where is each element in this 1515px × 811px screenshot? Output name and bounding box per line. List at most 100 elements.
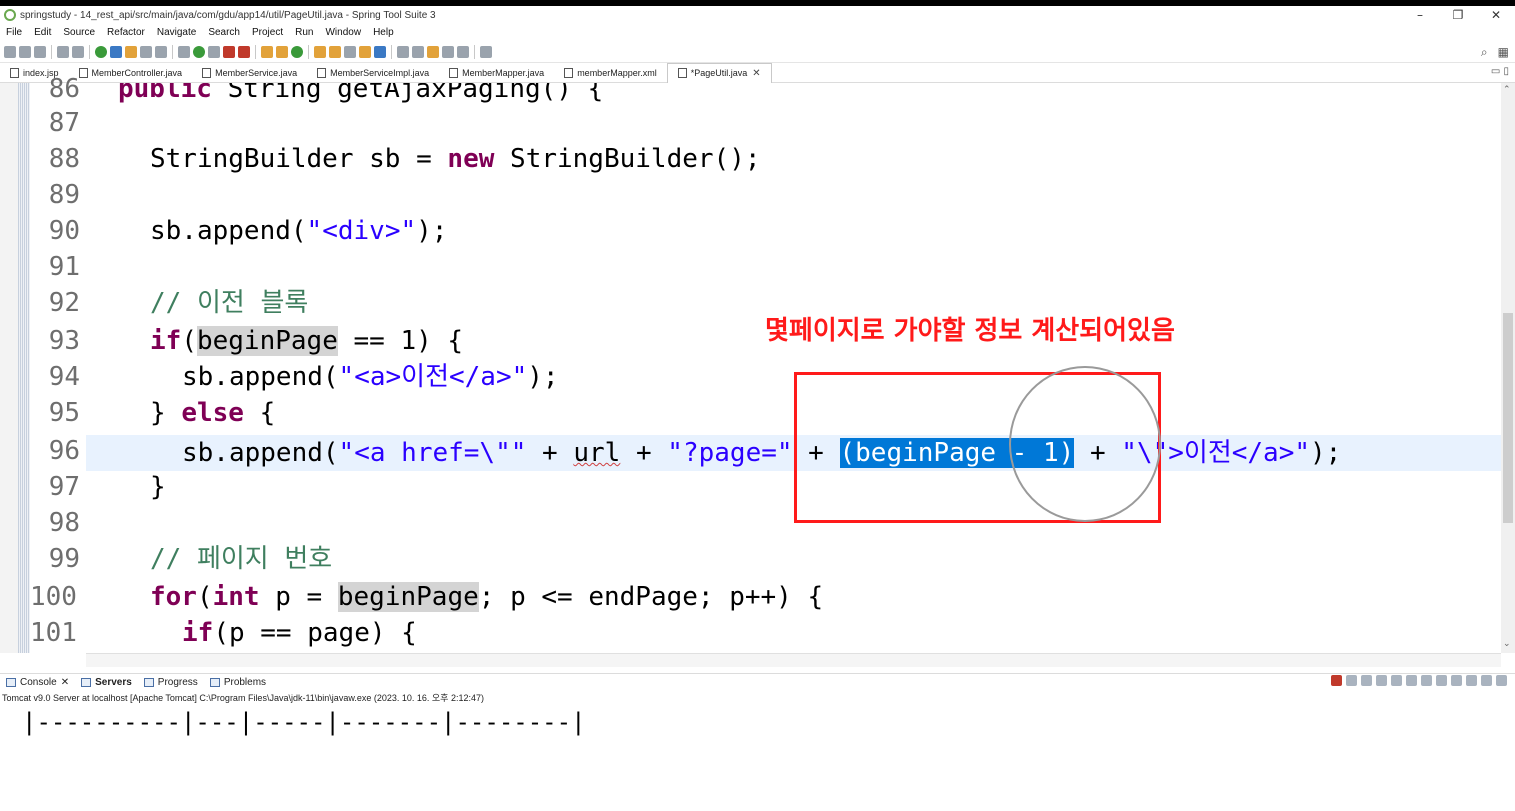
menu-navigate[interactable]: Navigate — [157, 27, 196, 38]
menu-source[interactable]: Source — [63, 27, 95, 38]
open-task-icon[interactable] — [329, 45, 341, 58]
toolbar-separator — [308, 44, 309, 59]
quick-diff-ruler — [18, 83, 30, 653]
toolbar-separator — [474, 44, 475, 59]
scroll-down-icon[interactable]: ⌄ — [1503, 639, 1511, 649]
new-java-class-icon[interactable] — [276, 45, 288, 58]
restore-button[interactable]: ❐ — [1439, 6, 1477, 24]
line-number: 100 — [30, 582, 77, 612]
menu-run[interactable]: Run — [295, 27, 313, 38]
line-number: 86 — [48, 74, 80, 104]
editor-minimize-maximize[interactable]: ▭ ▯ — [1491, 66, 1509, 77]
new-java-package-icon[interactable] — [261, 45, 273, 58]
word-wrap-icon[interactable] — [1406, 675, 1417, 686]
bottom-panel-tabs: Console ✕ Servers Progress Problems — [0, 673, 1515, 691]
tab-member-service-impl[interactable]: MemberServiceImpl.java — [307, 63, 439, 83]
main-toolbar — [0, 41, 1515, 63]
settings-gear-icon[interactable] — [1481, 675, 1492, 686]
open-perspective-icon[interactable]: ▦ — [1498, 45, 1509, 60]
coverage-icon[interactable] — [208, 45, 220, 58]
show-console-icon[interactable] — [1421, 675, 1432, 686]
minimize-panel-icon[interactable] — [1496, 675, 1507, 686]
string-literal: "<a href=\"" — [338, 438, 527, 468]
tab-problems[interactable]: Problems — [204, 677, 272, 688]
clear-console-icon[interactable] — [1376, 675, 1387, 686]
code-line-100: for(int p = beginPage; p <= endPage; p++… — [150, 579, 823, 615]
code-text: ; p <= endPage; p++) { — [478, 582, 824, 612]
skip-breakpoints-icon[interactable] — [72, 45, 84, 58]
pin-console-icon[interactable] — [1436, 675, 1447, 686]
console-output-area[interactable]: |----------|---|-----|-------|--------| — [0, 704, 1515, 811]
scrollbar-thumb[interactable] — [1503, 313, 1513, 523]
external-tools-icon[interactable] — [223, 45, 235, 58]
code-editor[interactable]: public String getAjaxPaging() { StringBu… — [86, 83, 1501, 653]
menu-refactor[interactable]: Refactor — [107, 27, 145, 38]
editor-tabs: index.jsp MemberController.java MemberSe… — [0, 62, 1515, 83]
tab-progress[interactable]: Progress — [138, 677, 204, 688]
console-icon[interactable] — [57, 45, 69, 58]
search-folder-icon[interactable] — [359, 45, 371, 58]
code-text: sb.append( — [182, 438, 339, 468]
new-server-icon[interactable] — [238, 45, 250, 58]
globe-icon[interactable] — [374, 45, 386, 58]
back-icon[interactable] — [442, 45, 454, 58]
line-number: 98 — [48, 508, 80, 538]
remove-all-icon[interactable] — [1361, 675, 1372, 686]
menu-search[interactable]: Search — [208, 27, 240, 38]
tab-servers[interactable]: Servers — [75, 677, 138, 688]
open-folder-icon[interactable] — [314, 45, 326, 58]
new-icon[interactable] — [4, 45, 16, 58]
display-console-icon[interactable] — [1451, 675, 1462, 686]
code-text: == 1) { — [337, 326, 464, 356]
tab-page-util[interactable]: *PageUtil.java ✕ — [666, 62, 772, 83]
close-tab-icon[interactable]: ✕ — [752, 68, 760, 79]
save-all-icon[interactable] — [34, 45, 46, 58]
pin-editor-icon[interactable] — [480, 45, 492, 58]
code-line-90: sb.append("<div>"); — [150, 213, 447, 249]
line-number-ruler: 86 87 88 89 90 91 92 93 94 95 96 97 98 9… — [30, 74, 86, 653]
menu-file[interactable]: File — [6, 27, 22, 38]
terminate-icon[interactable] — [1331, 675, 1342, 686]
start-server-icon[interactable] — [95, 45, 107, 58]
menu-edit[interactable]: Edit — [34, 27, 51, 38]
menu-help[interactable]: Help — [373, 27, 394, 38]
line-number: 89 — [48, 180, 80, 210]
tab-console[interactable]: Console ✕ — [0, 677, 75, 688]
tab-member-service[interactable]: MemberService.java — [192, 63, 307, 83]
debug-icon[interactable] — [178, 45, 190, 58]
code-text: ( — [181, 326, 197, 356]
save-icon[interactable] — [19, 45, 31, 58]
next-annotation-icon[interactable] — [397, 45, 409, 58]
line-number: 92 — [48, 288, 80, 318]
editor-vertical-scrollbar[interactable]: ⌃ ⌄ — [1501, 83, 1515, 653]
refresh-icon[interactable] — [110, 45, 122, 58]
previous-annotation-icon[interactable] — [412, 45, 424, 58]
tab-member-mapper[interactable]: MemberMapper.java — [439, 63, 554, 83]
open-console-icon[interactable] — [1466, 675, 1477, 686]
toggle-mark-icon[interactable] — [140, 45, 152, 58]
scroll-lock-icon[interactable] — [1391, 675, 1402, 686]
run-icon[interactable] — [193, 45, 205, 58]
search-icon[interactable]: ⌕ — [1481, 45, 1488, 60]
scroll-up-icon[interactable]: ⌃ — [1503, 85, 1511, 95]
menu-project[interactable]: Project — [252, 27, 283, 38]
toolbar-separator — [51, 44, 52, 59]
close-tab-icon[interactable]: ✕ — [61, 677, 69, 688]
editor-horizontal-scrollbar[interactable] — [86, 653, 1501, 667]
new-spring-starter-icon[interactable] — [291, 45, 303, 58]
line-number: 97 — [48, 472, 80, 502]
tab-member-mapper-xml[interactable]: memberMapper.xml — [554, 63, 667, 83]
last-edit-icon[interactable] — [427, 45, 439, 58]
minimize-button[interactable]: – — [1401, 6, 1439, 24]
forward-icon[interactable] — [457, 45, 469, 58]
open-type-icon[interactable] — [125, 45, 137, 58]
code-text: { — [243, 398, 276, 428]
tab-member-controller[interactable]: MemberController.java — [69, 63, 193, 83]
menu-window[interactable]: Window — [325, 27, 361, 38]
code-line-93: if(beginPage == 1) { — [150, 323, 463, 359]
remove-launch-icon[interactable] — [1346, 675, 1357, 686]
show-whitespace-icon[interactable] — [155, 45, 167, 58]
close-window-button[interactable]: ✕ — [1477, 6, 1515, 24]
pen-icon[interactable] — [344, 45, 356, 58]
code-text: sb.append( — [182, 362, 339, 392]
